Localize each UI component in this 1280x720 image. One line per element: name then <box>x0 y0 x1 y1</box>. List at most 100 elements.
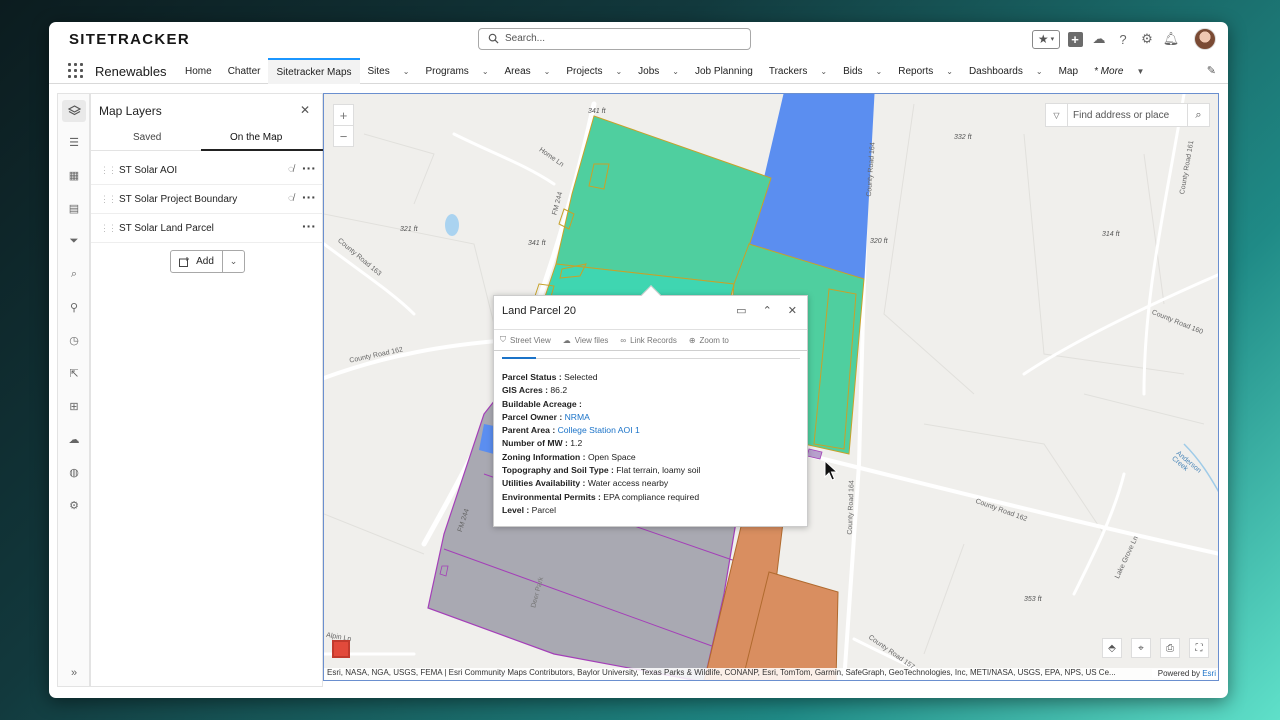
user-avatar[interactable] <box>1194 28 1216 50</box>
drag-handle-icon[interactable]: ⋮⋮ <box>100 194 117 205</box>
chevron-down-icon[interactable]: ⌄ <box>672 67 679 76</box>
help-button[interactable]: ? <box>1114 30 1132 48</box>
nav-item-home[interactable]: Home <box>185 58 220 84</box>
add-layer-button[interactable]: Add <box>171 251 223 272</box>
nav-item-trackers[interactable]: Trackers ⌄ <box>769 58 835 84</box>
field-label: Environmental Permits <box>502 491 596 502</box>
chevron-down-icon[interactable]: ▼ <box>1136 67 1144 76</box>
chevron-down-icon[interactable]: ⌄ <box>1036 67 1043 76</box>
collapse-icon[interactable]: ⌃ <box>763 304 772 317</box>
route-icon[interactable]: ⚲ <box>66 299 82 315</box>
nav-item-dashboards[interactable]: Dashboards ⌄ <box>969 58 1051 84</box>
edit-nav-pencil-icon[interactable]: ✎ <box>1207 64 1216 77</box>
locate-icon[interactable]: ⌖ <box>1131 638 1151 658</box>
dashboard-grid-icon[interactable]: ▦ <box>66 167 82 183</box>
nav-item-bids[interactable]: Bids ⌄ <box>843 58 890 84</box>
chevron-down-icon[interactable]: ⌄ <box>820 67 827 76</box>
chevron-down-icon[interactable]: ⌄ <box>403 67 410 76</box>
chevron-down-icon[interactable]: ⌄ <box>482 67 489 76</box>
favorites-button[interactable]: ★ ▾ <box>1032 29 1060 49</box>
search-icon[interactable]: ⌕ <box>1187 104 1209 126</box>
sitetracker-logo[interactable]: SITETRACKER <box>69 31 190 48</box>
chevron-down-icon[interactable]: ⌄ <box>615 67 622 76</box>
zoom-out-button[interactable]: − <box>334 126 353 147</box>
map-canvas[interactable]: Home Ln FM 244 FM 244 County Road 164 Co… <box>323 93 1219 681</box>
select-pointer-icon[interactable]: ⇱ <box>66 365 82 381</box>
nav-item-label: * More <box>1094 65 1124 77</box>
close-icon[interactable]: ✕ <box>788 304 797 317</box>
chevron-down-icon[interactable]: ⌄ <box>876 67 883 76</box>
popup-field-row: Environmental Permits : EPA compliance r… <box>502 491 700 502</box>
notifications-button[interactable]: 🔔︎ <box>1162 30 1180 48</box>
find-address-input[interactable]: Find address or place <box>1068 110 1187 121</box>
close-icon[interactable]: ✕ <box>300 103 310 117</box>
table-icon[interactable]: ▤ <box>66 200 82 216</box>
filter-icon[interactable]: ⏷ <box>66 233 82 249</box>
feature-popup: Land Parcel 20 ▭ ⌃ ✕ ⛉ Street View ☁ View … <box>493 285 808 527</box>
eye-hidden-icon[interactable]: ◌̸ <box>288 164 294 175</box>
nav-item-chatter[interactable]: Chatter <box>228 58 269 84</box>
field-label: Zoning Information <box>502 451 581 462</box>
search-icon[interactable]: ⌕ <box>66 266 82 282</box>
field-label: Topography and Soil Type <box>502 465 609 476</box>
settings-icon[interactable]: ⚙ <box>66 497 82 513</box>
compass-icon[interactable]: ⬘ <box>1102 638 1122 658</box>
globe-icon[interactable]: ◍ <box>66 464 82 480</box>
popup-field-row: Level : Parcel <box>502 504 556 515</box>
setup-button[interactable]: ⚙ <box>1138 30 1156 48</box>
layer-row[interactable]: ⋮⋮ ST Solar AOI ◌̸ ··· <box>91 156 322 185</box>
view-files-button[interactable]: ☁ View files <box>563 336 609 345</box>
nav-item-jobs[interactable]: Jobs ⌄ <box>638 58 687 84</box>
tab-on-the-map[interactable]: On the Map <box>230 132 282 143</box>
zoom-in-button[interactable]: + <box>334 105 353 126</box>
map-tool-rail: ☰ ▦ ▤ ⏷ ⌕ ⚲ ◷ ⇱ ⊞ ☁ ◍ ⚙ » <box>57 93 90 687</box>
esri-link[interactable]: Esri <box>1202 669 1216 678</box>
street-view-icon: ⛉ <box>500 335 506 344</box>
cloud-icon[interactable]: ☁ <box>66 431 82 447</box>
nav-item-job-planning[interactable]: Job Planning <box>695 58 761 84</box>
layer-row[interactable]: ⋮⋮ ST Solar Land Parcel ··· <box>91 214 322 243</box>
nav-item-sitetracker-maps[interactable]: Sitetracker Maps <box>268 58 360 84</box>
zoom-to-button[interactable]: ⊕ Zoom to <box>689 336 729 345</box>
history-icon[interactable]: ◷ <box>66 332 82 348</box>
nav-item-label: Sites <box>367 65 390 77</box>
print-icon[interactable]: ⎙ <box>1160 638 1180 658</box>
nav-item-map[interactable]: Map <box>1059 58 1086 84</box>
nav-item-reports[interactable]: Reports ⌄ <box>898 58 961 84</box>
trailhead-button[interactable]: ☁ <box>1090 30 1108 48</box>
field-value-link[interactable]: NRMA <box>565 412 590 422</box>
nav-item-areas[interactable]: Areas ⌄ <box>505 58 559 84</box>
chevron-down-icon[interactable]: ⌄ <box>544 67 551 76</box>
layers-icon[interactable] <box>62 100 86 122</box>
nav-item-programs[interactable]: Programs ⌄ <box>425 58 496 84</box>
add-dropdown-chevron-icon[interactable]: ⌄ <box>223 251 244 272</box>
field-value-link[interactable]: College Station AOI 1 <box>558 425 640 435</box>
legend-swatch-button[interactable] <box>332 640 350 658</box>
more-options-icon[interactable]: ··· <box>302 189 316 205</box>
popup-tab-indicator <box>502 357 800 359</box>
link-records-button[interactable]: ∞ Link Records <box>620 336 676 345</box>
nav-item-sites[interactable]: Sites ⌄ <box>368 58 418 84</box>
nav-item-projects[interactable]: Projects ⌄ <box>566 58 630 84</box>
drag-handle-icon[interactable]: ⋮⋮ <box>100 165 117 176</box>
street-view-button[interactable]: ⛉ Street View <box>500 335 551 345</box>
fullscreen-icon[interactable]: ⛶ <box>1189 638 1209 658</box>
eye-hidden-icon[interactable]: ◌̸ <box>288 193 294 204</box>
layer-row[interactable]: ⋮⋮ ST Solar Project Boundary ◌̸ ··· <box>91 185 322 214</box>
tab-saved[interactable]: Saved <box>133 132 161 143</box>
measure-icon[interactable]: ⊞ <box>66 398 82 414</box>
chevron-down-icon[interactable]: ⌄ <box>946 67 953 76</box>
drag-handle-icon[interactable]: ⋮⋮ <box>100 223 117 234</box>
popup-field-row: Parcel Status : Selected <box>502 372 598 382</box>
app-launcher-icon[interactable] <box>68 63 83 78</box>
global-search-input[interactable]: Search... <box>478 28 751 50</box>
list-icon[interactable]: ☰ <box>66 134 82 150</box>
more-options-icon[interactable]: ··· <box>302 218 316 234</box>
more-options-icon[interactable]: ··· <box>302 160 316 176</box>
dock-icon[interactable]: ▭ <box>736 304 746 317</box>
nav-item-more[interactable]: * More ▼ <box>1094 58 1152 84</box>
elevation-label: 332 ft <box>954 134 972 141</box>
global-actions-button[interactable]: + <box>1066 30 1084 48</box>
expand-rail-icon[interactable]: » <box>66 665 82 681</box>
search-source-dropdown-icon[interactable]: ▽ <box>1046 104 1068 126</box>
